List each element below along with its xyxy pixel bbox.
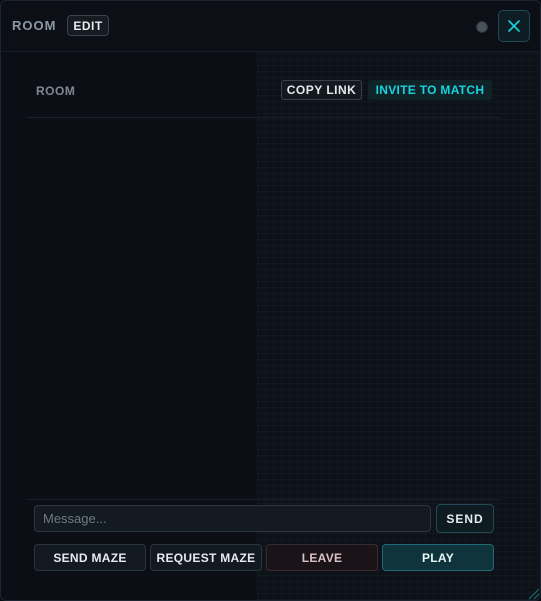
edit-button[interactable]: EDIT	[67, 15, 109, 36]
request-maze-button[interactable]: REQUEST MAZE	[150, 544, 262, 571]
window-header: ROOM EDIT	[1, 1, 540, 52]
send-button[interactable]: SEND	[436, 504, 494, 533]
close-icon	[508, 20, 520, 32]
copy-link-button[interactable]: COPY LINK	[281, 80, 362, 100]
send-maze-button[interactable]: SEND MAZE	[34, 544, 146, 571]
compose-divider	[27, 499, 501, 500]
message-input[interactable]	[34, 505, 431, 532]
play-button[interactable]: PLAY	[382, 544, 494, 571]
window-title: ROOM	[12, 18, 57, 33]
leave-button[interactable]: LEAVE	[266, 544, 378, 571]
room-window: ROOM EDIT ROOM COPY LINK INVITE TO MATCH…	[0, 0, 541, 601]
room-bar: ROOM COPY LINK INVITE TO MATCH	[27, 77, 501, 118]
invite-to-match-button[interactable]: INVITE TO MATCH	[368, 80, 492, 100]
resize-grip-icon[interactable]	[526, 586, 540, 600]
status-dot-icon	[476, 21, 488, 33]
room-label: ROOM	[36, 84, 76, 98]
close-button[interactable]	[498, 10, 530, 42]
